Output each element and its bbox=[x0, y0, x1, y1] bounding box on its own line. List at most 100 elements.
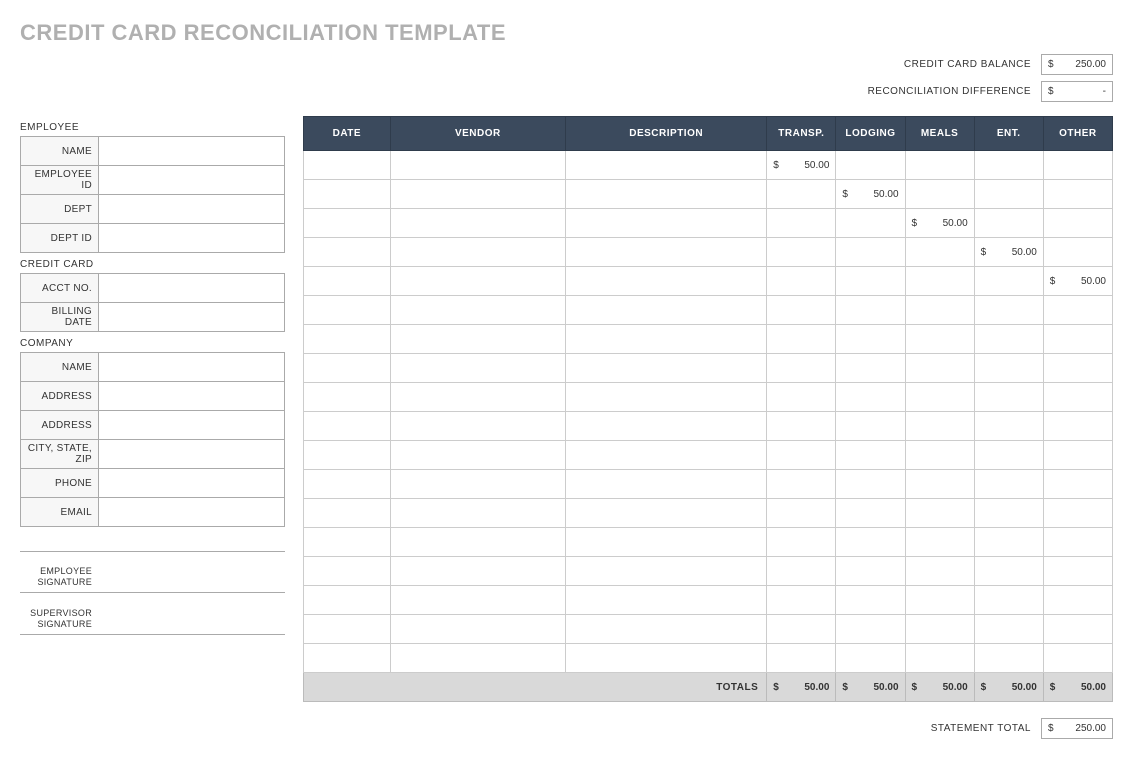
amount-cell[interactable] bbox=[974, 383, 1043, 412]
amount-cell[interactable] bbox=[836, 586, 905, 615]
desc-cell[interactable] bbox=[566, 586, 767, 615]
amount-cell[interactable] bbox=[767, 267, 836, 296]
amount-cell[interactable]: $50.00 bbox=[905, 209, 974, 238]
amount-cell[interactable] bbox=[974, 296, 1043, 325]
amount-cell[interactable] bbox=[905, 383, 974, 412]
field-input[interactable] bbox=[99, 498, 285, 527]
amount-cell[interactable] bbox=[767, 470, 836, 499]
amount-cell[interactable] bbox=[905, 151, 974, 180]
field-input[interactable] bbox=[99, 195, 285, 224]
amount-cell[interactable] bbox=[974, 180, 1043, 209]
amount-cell[interactable] bbox=[1043, 586, 1112, 615]
vendor-cell[interactable] bbox=[390, 412, 565, 441]
vendor-cell[interactable] bbox=[390, 354, 565, 383]
date-cell[interactable] bbox=[304, 238, 391, 267]
amount-cell[interactable] bbox=[836, 499, 905, 528]
vendor-cell[interactable] bbox=[390, 615, 565, 644]
amount-cell[interactable] bbox=[974, 267, 1043, 296]
amount-cell[interactable] bbox=[974, 586, 1043, 615]
amount-cell[interactable] bbox=[1043, 412, 1112, 441]
amount-cell[interactable] bbox=[1043, 180, 1112, 209]
vendor-cell[interactable] bbox=[390, 267, 565, 296]
amount-cell[interactable] bbox=[1043, 238, 1112, 267]
amount-cell[interactable] bbox=[1043, 644, 1112, 673]
amount-cell[interactable] bbox=[836, 441, 905, 470]
desc-cell[interactable] bbox=[566, 412, 767, 441]
amount-cell[interactable] bbox=[767, 499, 836, 528]
amount-cell[interactable] bbox=[974, 354, 1043, 383]
desc-cell[interactable] bbox=[566, 499, 767, 528]
desc-cell[interactable] bbox=[566, 528, 767, 557]
desc-cell[interactable] bbox=[566, 209, 767, 238]
field-input[interactable] bbox=[99, 353, 285, 382]
vendor-cell[interactable] bbox=[390, 238, 565, 267]
vendor-cell[interactable] bbox=[390, 644, 565, 673]
field-input[interactable] bbox=[99, 137, 285, 166]
amount-cell[interactable] bbox=[974, 557, 1043, 586]
date-cell[interactable] bbox=[304, 354, 391, 383]
amount-cell[interactable] bbox=[767, 557, 836, 586]
amount-cell[interactable] bbox=[836, 383, 905, 412]
amount-cell[interactable] bbox=[1043, 383, 1112, 412]
amount-cell[interactable] bbox=[974, 325, 1043, 354]
amount-cell[interactable]: $50.00 bbox=[767, 151, 836, 180]
desc-cell[interactable] bbox=[566, 238, 767, 267]
amount-cell[interactable] bbox=[905, 441, 974, 470]
amount-cell[interactable] bbox=[974, 528, 1043, 557]
desc-cell[interactable] bbox=[566, 180, 767, 209]
amount-cell[interactable] bbox=[836, 528, 905, 557]
amount-cell[interactable] bbox=[905, 528, 974, 557]
desc-cell[interactable] bbox=[566, 325, 767, 354]
amount-cell[interactable] bbox=[767, 180, 836, 209]
amount-cell[interactable] bbox=[905, 470, 974, 499]
vendor-cell[interactable] bbox=[390, 499, 565, 528]
amount-cell[interactable] bbox=[836, 354, 905, 383]
amount-cell[interactable] bbox=[974, 615, 1043, 644]
vendor-cell[interactable] bbox=[390, 557, 565, 586]
amount-cell[interactable] bbox=[974, 644, 1043, 673]
date-cell[interactable] bbox=[304, 209, 391, 238]
amount-cell[interactable] bbox=[836, 267, 905, 296]
amount-cell[interactable] bbox=[905, 499, 974, 528]
amount-cell[interactable] bbox=[905, 644, 974, 673]
amount-cell[interactable] bbox=[836, 151, 905, 180]
amount-cell[interactable] bbox=[767, 586, 836, 615]
desc-cell[interactable] bbox=[566, 615, 767, 644]
amount-cell[interactable] bbox=[767, 325, 836, 354]
vendor-cell[interactable] bbox=[390, 325, 565, 354]
amount-cell[interactable] bbox=[767, 383, 836, 412]
amount-cell[interactable]: $50.00 bbox=[974, 238, 1043, 267]
amount-cell[interactable] bbox=[836, 644, 905, 673]
amount-cell[interactable] bbox=[905, 296, 974, 325]
date-cell[interactable] bbox=[304, 180, 391, 209]
amount-cell[interactable] bbox=[1043, 470, 1112, 499]
amount-cell[interactable] bbox=[1043, 296, 1112, 325]
amount-cell[interactable] bbox=[767, 615, 836, 644]
amount-cell[interactable]: $50.00 bbox=[1043, 267, 1112, 296]
date-cell[interactable] bbox=[304, 441, 391, 470]
amount-cell[interactable] bbox=[1043, 354, 1112, 383]
amount-cell[interactable] bbox=[836, 557, 905, 586]
date-cell[interactable] bbox=[304, 325, 391, 354]
vendor-cell[interactable] bbox=[390, 383, 565, 412]
field-input[interactable] bbox=[99, 382, 285, 411]
amount-cell[interactable] bbox=[836, 209, 905, 238]
amount-cell[interactable] bbox=[905, 238, 974, 267]
date-cell[interactable] bbox=[304, 383, 391, 412]
desc-cell[interactable] bbox=[566, 557, 767, 586]
amount-cell[interactable] bbox=[905, 267, 974, 296]
amount-cell[interactable] bbox=[767, 412, 836, 441]
vendor-cell[interactable] bbox=[390, 470, 565, 499]
vendor-cell[interactable] bbox=[390, 296, 565, 325]
desc-cell[interactable] bbox=[566, 644, 767, 673]
amount-cell[interactable] bbox=[974, 412, 1043, 441]
date-cell[interactable] bbox=[304, 412, 391, 441]
amount-cell[interactable] bbox=[1043, 209, 1112, 238]
amount-cell[interactable] bbox=[836, 615, 905, 644]
desc-cell[interactable] bbox=[566, 441, 767, 470]
amount-cell[interactable] bbox=[905, 412, 974, 441]
supervisor-signature-row[interactable]: SUPERVISORSIGNATURE bbox=[20, 593, 285, 635]
desc-cell[interactable] bbox=[566, 354, 767, 383]
field-input[interactable] bbox=[99, 440, 285, 469]
vendor-cell[interactable] bbox=[390, 209, 565, 238]
